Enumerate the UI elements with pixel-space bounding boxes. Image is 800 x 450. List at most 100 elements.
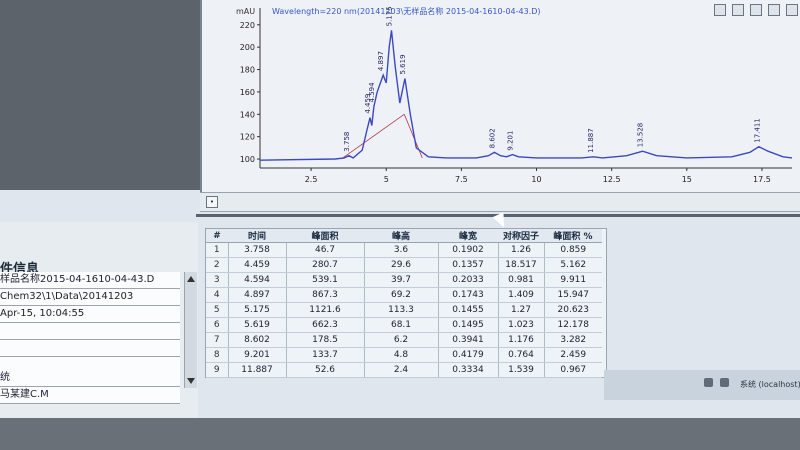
cell-width: 0.1495 (437, 317, 498, 333)
cell-area: 867.3 (285, 287, 364, 303)
cell-symmetry: 1.27 (497, 302, 544, 318)
cell-symmetry: 1.539 (497, 362, 544, 378)
x-tick-label: 7.5 (455, 175, 468, 184)
y-tick-label: 200 (240, 43, 255, 52)
cell-width: 0.1455 (437, 302, 498, 318)
chromatogram-plot[interactable]: mAU 100 120 140 160 180 200 220 2.5 5 7.5 10 12.5 15 1… (202, 0, 800, 192)
table-row[interactable]: 4 4.897 867.3 69.2 0.1743 1.409 15.947 (206, 287, 602, 303)
cell-index: 9 (206, 362, 228, 378)
cell-area-percent: 0.967 (543, 362, 602, 378)
peak-label: 13.528 (637, 123, 645, 148)
method-label: 统 (0, 370, 180, 387)
peak-label: 3.758 (343, 132, 351, 152)
header-area: 峰面积 (286, 229, 364, 243)
network-icon[interactable] (704, 378, 713, 387)
x-tick-label: 5 (384, 175, 389, 184)
y-tick-label: 100 (240, 155, 255, 164)
cell-area: 662.3 (285, 317, 364, 333)
cell-height: 113.3 (363, 302, 438, 318)
cell-width: 0.4179 (437, 347, 498, 363)
data-path-field[interactable]: Chem32\1\Data\20141203 (0, 289, 180, 306)
cell-width: 0.3334 (437, 362, 498, 378)
cell-index: 4 (206, 287, 228, 303)
table-row[interactable]: 6 5.619 662.3 68.1 0.1495 1.023 12.178 (206, 317, 602, 333)
cell-area: 52.6 (285, 362, 364, 378)
integration-baseline (403, 114, 423, 159)
volume-icon[interactable] (720, 378, 729, 387)
y-tick-label: 180 (240, 66, 255, 75)
cell-width: 0.2033 (437, 272, 498, 288)
cell-symmetry: 0.981 (497, 272, 544, 288)
table-row[interactable]: 5 5.175 1121.6 113.3 0.1455 1.27 20.623 (206, 302, 602, 318)
cell-symmetry: 1.409 (497, 287, 544, 303)
cell-index: 3 (206, 272, 228, 288)
cell-symmetry: 1.26 (497, 242, 544, 258)
x-tick-label: 10 (531, 175, 541, 184)
cell-time: 9.201 (227, 347, 286, 363)
chromatogram-panel: Wavelength=220 nm(20141203\无样品名称 2015-04… (200, 0, 800, 192)
cell-index: 8 (206, 347, 228, 363)
cell-time: 3.758 (227, 242, 286, 258)
cell-area-percent: 3.282 (543, 332, 602, 348)
cell-height: 68.1 (363, 317, 438, 333)
monitor-bezel (0, 0, 200, 190)
expand-button[interactable]: • (206, 196, 218, 208)
table-row[interactable]: 3 4.594 539.1 39.7 0.2033 0.981 9.911 (206, 272, 602, 288)
info-field-empty-2[interactable] (0, 340, 180, 357)
cell-area-percent: 2.459 (543, 347, 602, 363)
cell-height: 4.8 (363, 347, 438, 363)
peak-label: 11.887 (587, 128, 595, 153)
cell-area-percent: 9.911 (543, 272, 602, 288)
peak-label: 4.897 (377, 51, 385, 71)
cell-area: 46.7 (285, 242, 364, 258)
peak-table: # 时间 峰面积 峰高 峰宽 对称因子 峰面积 % 1 3.758 46.7 3… (205, 228, 607, 378)
peak-label: 5.175 (385, 6, 393, 26)
cell-area-percent: 20.623 (543, 302, 602, 318)
peak-label: 5.619 (399, 54, 407, 74)
signal-trace (259, 30, 793, 161)
injection-time-field[interactable]: Apr-15, 10:04:55 (0, 306, 180, 323)
cell-height: 39.7 (363, 272, 438, 288)
cell-time: 4.594 (227, 272, 286, 288)
scroll-up-icon[interactable] (187, 276, 195, 282)
table-row[interactable]: 9 11.887 52.6 2.4 0.3334 1.539 0.967 (206, 362, 602, 378)
chart-scroll-row: • (200, 192, 800, 212)
cell-symmetry: 0.764 (497, 347, 544, 363)
table-row[interactable]: 8 9.201 133.7 4.8 0.4179 0.764 2.459 (206, 347, 602, 363)
header-area-percent: 峰面积 % (544, 229, 602, 243)
peak-label: 17.411 (753, 118, 761, 143)
y-tick-label: 220 (240, 21, 255, 30)
table-header-row: # 时间 峰面积 峰高 峰宽 对称因子 峰面积 % (206, 229, 602, 243)
scroll-down-icon[interactable] (187, 378, 195, 384)
header-time: 时间 (228, 229, 286, 243)
cell-width: 0.1357 (437, 257, 498, 273)
cell-area: 178.5 (285, 332, 364, 348)
table-row[interactable]: 7 8.602 178.5 6.2 0.3941 1.176 3.282 (206, 332, 602, 348)
cell-area: 1121.6 (285, 302, 364, 318)
host-label[interactable]: 系统 (localhost) (740, 379, 800, 390)
peak-label: 4.594 (368, 82, 376, 103)
cell-area: 539.1 (285, 272, 364, 288)
info-field-empty-1[interactable] (0, 323, 180, 340)
sample-name-field[interactable]: 样品名称2015-04-1610-04-43.D (0, 272, 180, 289)
cell-height: 2.4 (363, 362, 438, 378)
cell-index: 1 (206, 242, 228, 258)
operator-field[interactable]: 马某建C.M (0, 387, 180, 404)
y-tick-label: 120 (240, 133, 255, 142)
table-row[interactable]: 1 3.758 46.7 3.6 0.1902 1.26 0.859 (206, 242, 602, 258)
x-tick-label: 17.5 (753, 175, 771, 184)
cell-time: 11.887 (227, 362, 286, 378)
cell-symmetry: 1.023 (497, 317, 544, 333)
cell-width: 0.1743 (437, 287, 498, 303)
cell-time: 4.897 (227, 287, 286, 303)
cell-index: 6 (206, 317, 228, 333)
cell-area-percent: 5.162 (543, 257, 602, 273)
windows-taskbar: 系统 (localhost) (604, 370, 800, 400)
cell-area: 133.7 (285, 347, 364, 363)
info-scrollbar[interactable] (184, 272, 197, 388)
cell-area: 280.7 (285, 257, 364, 273)
x-tick-label: 15 (682, 175, 692, 184)
peak-label: 9.201 (507, 131, 515, 151)
table-row[interactable]: 2 4.459 280.7 29.6 0.1357 18.517 5.162 (206, 257, 602, 273)
peak-label: 8.602 (489, 128, 497, 148)
